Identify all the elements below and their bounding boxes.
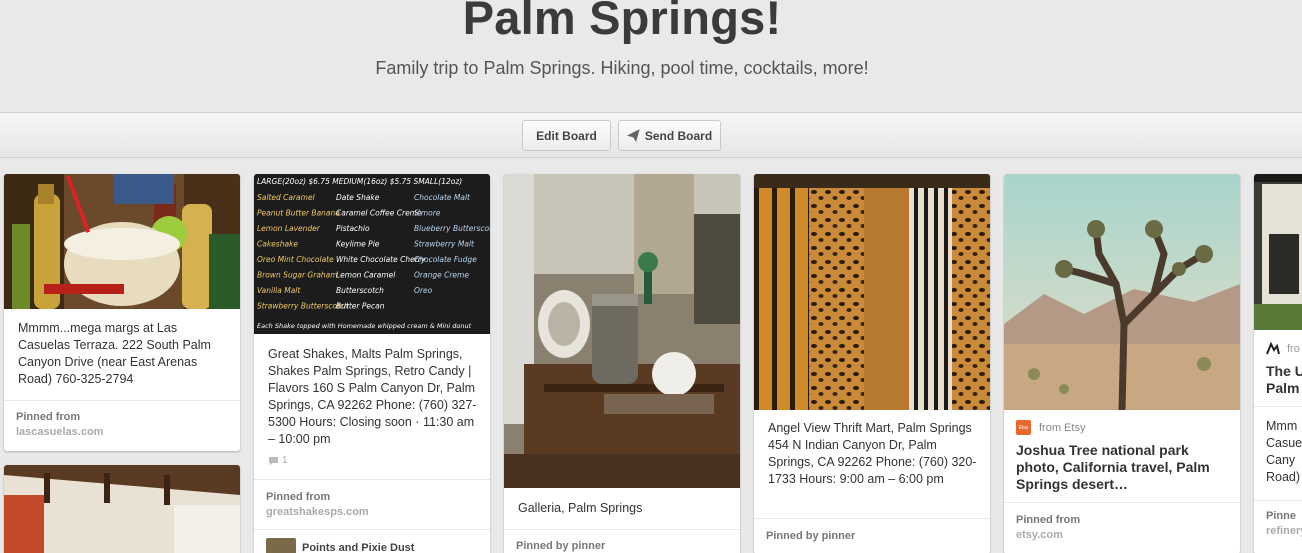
board-user-name: Points and Pixie Dust — [302, 542, 415, 553]
comment-count[interactable]: 1 — [268, 455, 288, 466]
pin-divider — [754, 518, 990, 519]
menu-item: S'more — [414, 209, 441, 218]
menu-item: Cakeshake — [257, 240, 298, 249]
pin-attribution: Pinned from etsy.com — [1016, 513, 1232, 543]
etsy-icon: Etsy — [1016, 420, 1031, 435]
pin-description-line: Cany — [1266, 453, 1296, 467]
pin-description-line: Casue — [1266, 436, 1302, 450]
pin-source-link[interactable]: etsy.com — [1016, 528, 1232, 543]
send-board-button[interactable]: Send Board — [618, 120, 721, 151]
pinned-from-label: Pinned from — [16, 411, 81, 423]
comment-icon — [269, 456, 278, 465]
board-description: Family trip to Palm Springs. Hiking, poo… — [375, 58, 869, 78]
pin-card[interactable]: Angel View Thrift Mart, Palm Springs 454… — [754, 174, 990, 553]
pin-image-margaritas[interactable] — [4, 174, 240, 309]
pin-image-joshua-tree[interactable] — [1004, 174, 1240, 410]
pinned-from-label: Pinned from — [266, 491, 331, 503]
menu-item: Oreo — [414, 286, 433, 295]
board-attribution[interactable]: Points and Pixie Dust — [266, 538, 414, 553]
pin-title[interactable]: Joshua Tree national park photo, Califor… — [1016, 442, 1230, 493]
menu-item: Butterscotch — [336, 286, 384, 295]
pin-source-link[interactable]: refinery — [1266, 524, 1302, 539]
pin-image-galleria[interactable] — [504, 174, 740, 488]
edit-board-button[interactable]: Edit Board — [522, 120, 611, 151]
menu-item: Oreo Mint Chocolate — [257, 255, 334, 264]
pin-image-shake-menu[interactable]: LARGE(20oz) $6.75 MEDIUM(16oz) $5.75 SMA… — [254, 174, 490, 334]
menu-size-line: LARGE(20oz) $6.75 MEDIUM(16oz) $5.75 SMA… — [257, 177, 462, 186]
menu-item: White Chocolate Cherry — [336, 255, 426, 264]
menu-item: Strawberry Malt — [414, 240, 475, 249]
pin-card[interactable]: LARGE(20oz) $6.75 MEDIUM(16oz) $5.75 SMA… — [254, 174, 490, 553]
menu-footer-line: Each Shake topped with Homemade whipped … — [257, 322, 472, 330]
pin-attribution: Pinne refinery — [1266, 509, 1302, 539]
pin-card[interactable] — [4, 465, 240, 553]
menu-item: Butter Pecan — [336, 302, 385, 311]
pin-card[interactable]: Mmmm...mega margs at Las Casuelas Terraz… — [4, 174, 240, 451]
menu-item: Blueberry Butterscotch — [414, 224, 490, 233]
menu-item: Chocolate Malt — [414, 193, 471, 202]
pin-title-line: The U — [1266, 363, 1302, 379]
pin-card[interactable]: fro The U Palm Mmm Casue Cany Road) Pinn… — [1254, 174, 1302, 553]
pin-divider — [254, 529, 490, 530]
menu-item: Caramel Coffee Creme — [336, 209, 422, 218]
refinery-icon — [1266, 342, 1280, 355]
comment-count-value: 1 — [282, 455, 288, 466]
pinned-from-label: Pinned from — [1016, 514, 1081, 526]
menu-item: Lemon Lavender — [257, 224, 321, 233]
pin-divider — [1254, 500, 1302, 501]
pin-description: Mmm Casue Cany Road) — [1266, 418, 1302, 486]
menu-item: Chocolate Fudge — [414, 255, 477, 264]
pin-origin[interactable]: Etsy from Etsy — [1016, 420, 1085, 435]
pin-origin[interactable]: fro — [1265, 342, 1300, 356]
send-board-label: Send Board — [644, 128, 713, 143]
pin-image-interior[interactable] — [4, 465, 240, 553]
menu-item: Brown Sugar Graham — [257, 271, 338, 280]
pin-divider — [4, 400, 240, 401]
pin-image-building[interactable] — [1254, 174, 1302, 330]
pin-source-link[interactable]: lascasuelas.com — [16, 425, 232, 440]
pin-divider — [254, 479, 490, 480]
pin-card[interactable]: Galleria, Palm Springs Pinned by pinner — [504, 174, 740, 553]
pin-divider — [504, 529, 740, 530]
menu-item: Peanut Butter Banana — [257, 209, 340, 218]
pin-description: Angel View Thrift Mart, Palm Springs 454… — [768, 421, 977, 486]
paper-plane-icon — [626, 129, 640, 142]
menu-item: Lemon Caramel — [336, 271, 396, 280]
edit-board-label: Edit Board — [536, 128, 597, 143]
from-source-label: from Etsy — [1039, 421, 1086, 434]
pin-divider — [1004, 502, 1240, 503]
pin-image-animal-prints[interactable] — [754, 174, 990, 410]
pin-attribution: Pinned from greatshakesps.com — [266, 490, 482, 520]
pinned-from-label: Pinne — [1266, 510, 1296, 522]
pin-description: Great Shakes, Malts Palm Springs, Shakes… — [268, 347, 477, 446]
pin-title-line: Palm — [1266, 380, 1300, 396]
menu-item: Orange Creme — [414, 271, 469, 280]
pin-attribution: Pinned by pinner — [766, 529, 982, 544]
pin-attribution: Pinned by pinner — [516, 539, 732, 553]
pin-divider — [1254, 406, 1302, 407]
menu-item: Pistachio — [336, 224, 370, 233]
board-header: Palm Springs! Family trip to Palm Spring… — [0, 0, 1302, 112]
pin-description-line: Mmm — [1266, 419, 1298, 433]
pin-description: Galleria, Palm Springs — [518, 501, 643, 515]
board-thumbnail — [266, 538, 296, 553]
pin-source-link[interactable]: greatshakesps.com — [266, 505, 482, 520]
menu-item: Vanilla Malt — [257, 286, 301, 295]
pin-attribution: Pinned from lascasuelas.com — [16, 410, 232, 440]
pinned-by-label: Pinned by pinner — [516, 540, 606, 552]
pin-description-line: Road) — [1266, 470, 1301, 484]
menu-item: Date Shake — [336, 193, 380, 202]
from-source-label: fro — [1287, 343, 1300, 355]
board-title: Palm Springs! — [462, 0, 782, 44]
menu-item: Salted Caramel — [257, 193, 316, 202]
menu-item: Keylime Pie — [336, 240, 380, 249]
pinned-by-label: Pinned by pinner — [766, 530, 856, 542]
board-toolbar: Edit Board Send Board — [0, 112, 1302, 158]
pin-title[interactable]: The U Palm — [1266, 363, 1302, 397]
pin-description: Mmmm...mega margs at Las Casuelas Terraz… — [18, 321, 211, 386]
pin-card[interactable]: Etsy from Etsy Joshua Tree national park… — [1004, 174, 1240, 553]
